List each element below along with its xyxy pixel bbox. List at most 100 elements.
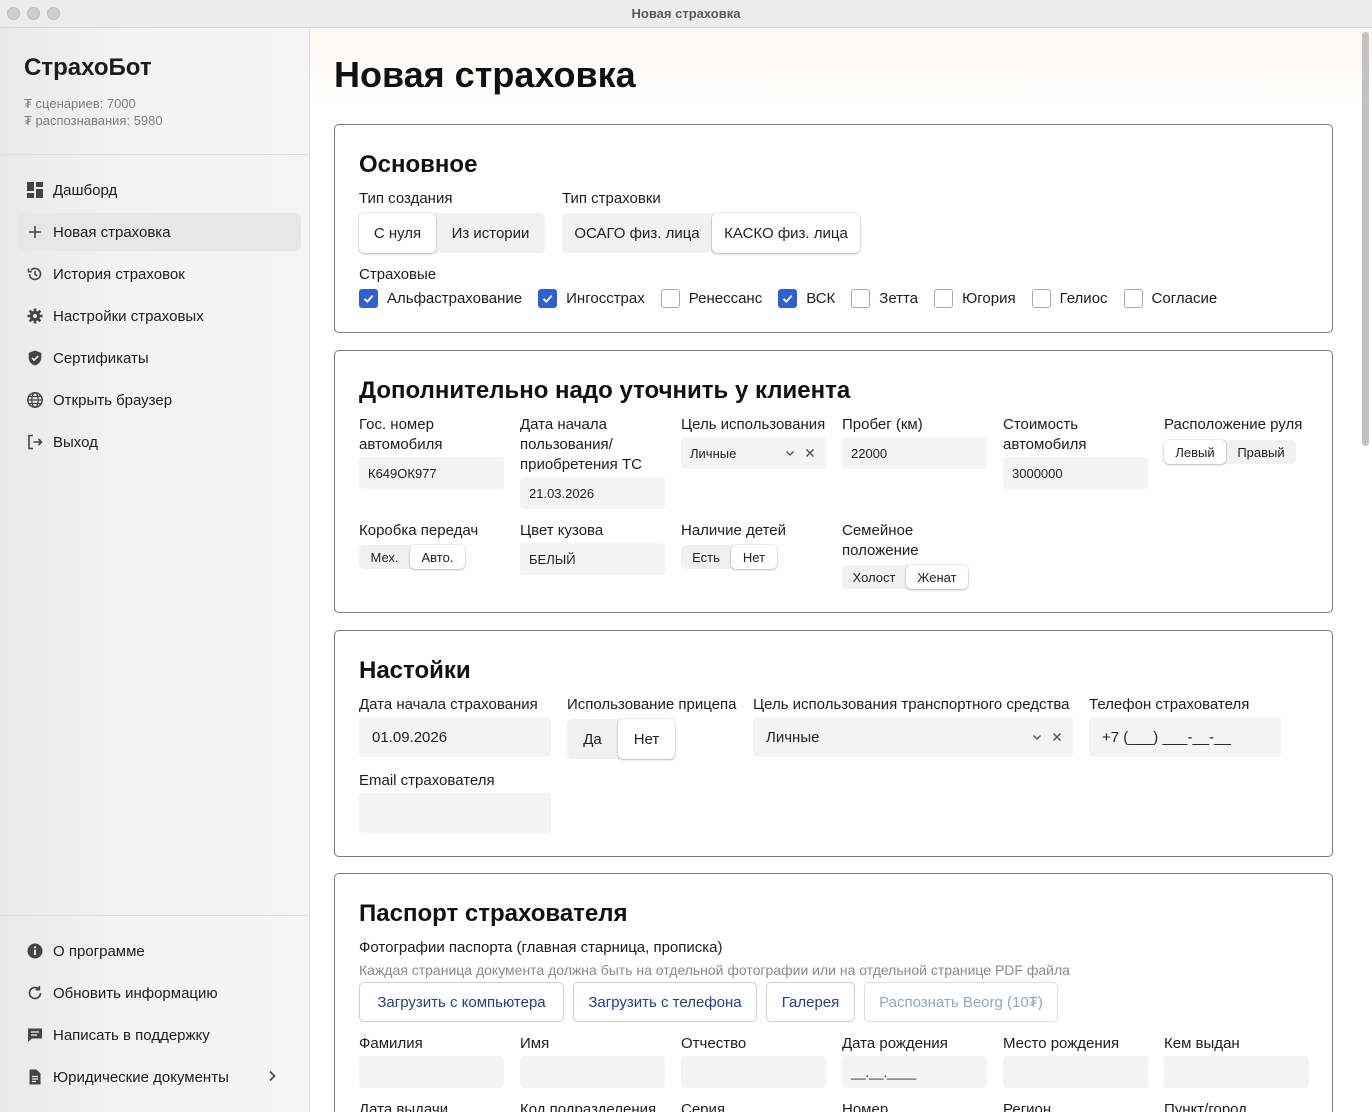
patronymic-label: Отчество (681, 1035, 747, 1052)
sidebar-item-support[interactable]: Написать в поддержку (18, 1016, 301, 1054)
passport-section: Паспорт страхователя Фотографии паспорта… (334, 873, 1333, 1112)
patronymic-input[interactable] (681, 1056, 826, 1088)
sidebar-item-certificates[interactable]: Сертификаты (18, 339, 301, 377)
section-title: Паспорт страхователя (359, 900, 628, 927)
last-name-label: Фамилия (359, 1035, 423, 1052)
insurer-vsk[interactable]: ВСК (778, 289, 835, 308)
chevron-down-icon[interactable] (784, 447, 796, 459)
family-married[interactable]: Женат (906, 565, 968, 589)
issued-by-input[interactable] (1164, 1056, 1309, 1088)
sidebar-item-history[interactable]: История страховок (18, 255, 301, 293)
creation-type-from-scratch[interactable]: С нуля (359, 213, 436, 253)
insurance-type-segmented: ОСАГО физ. лица КАСКО физ. лица (562, 213, 860, 253)
checkbox-unchecked[interactable] (1031, 289, 1051, 308)
select-controls (784, 447, 816, 459)
insurer-soglasie[interactable]: Согласие (1123, 289, 1217, 308)
car-cost-label: Стоимость автомобиля (1003, 416, 1087, 453)
checkbox-unchecked[interactable] (851, 289, 871, 308)
trailer-segmented: Да Нет (567, 719, 675, 759)
section-title: Основное (359, 151, 478, 178)
sidebar-item-legal-documents[interactable]: Юридические документы (18, 1058, 301, 1096)
series-label: Серия (681, 1101, 726, 1112)
trailer-yes[interactable]: Да (567, 719, 618, 759)
checkbox-unchecked[interactable] (1123, 289, 1143, 308)
passport-photos-label: Фотографии паспорта (главная старница, п… (359, 939, 723, 956)
zoom-window-button[interactable] (47, 7, 60, 20)
phone-input[interactable]: +7 (___) ___-__-__ (1089, 717, 1281, 757)
sidebar-item-open-browser[interactable]: Открыть браузер (18, 381, 301, 419)
insurer-gelios[interactable]: Гелиос (1031, 289, 1108, 308)
insurer-name: Гелиос (1059, 290, 1108, 307)
sidebar-item-logout[interactable]: Выход (18, 423, 301, 461)
gearbox-manual[interactable]: Мех. (359, 545, 410, 569)
insurers-label: Страховые (359, 266, 437, 283)
insurer-name: Альфастрахование (387, 290, 523, 307)
chevron-down-icon[interactable] (1031, 731, 1043, 743)
insurer-ingos[interactable]: Ингосстрах (538, 289, 645, 308)
wheel-right[interactable]: Правый (1226, 440, 1296, 464)
insurance-start-label: Дата начала страхования (359, 696, 538, 713)
children-no[interactable]: Нет (731, 545, 777, 569)
family-status-label: Семейное положение (842, 522, 919, 559)
insurer-name: Югория (962, 290, 1016, 307)
scrollbar-thumb[interactable] (1362, 32, 1369, 446)
email-label: Email страхователя (359, 772, 495, 789)
trailer-no[interactable]: Нет (618, 719, 675, 759)
plate-input[interactable]: К649ОК977 (359, 457, 504, 489)
sidebar: СтрахоБот ₮ сценариев: 7000 ₮ распознава… (0, 28, 310, 1112)
insurer-alfa[interactable]: Альфастрахование (359, 289, 522, 308)
chat-icon (26, 1026, 44, 1044)
gearbox-auto[interactable]: Авто. (410, 545, 465, 569)
body-color-label: Цвет кузова (520, 522, 604, 539)
sidebar-item-about[interactable]: О программе (18, 932, 301, 970)
sidebar-item-refresh[interactable]: Обновить информацию (18, 974, 301, 1012)
checkbox-checked[interactable] (778, 289, 798, 308)
children-yes[interactable]: Есть (681, 545, 731, 569)
checkbox-checked[interactable] (359, 289, 378, 308)
insurance-type-osago[interactable]: ОСАГО физ. лица (562, 213, 712, 253)
sidebar-item-new-insurance[interactable]: Новая страховка (18, 213, 301, 251)
birth-place-label: Место рождения (1003, 1035, 1120, 1052)
usage-start-date-input[interactable]: 21.03.2026 (520, 477, 665, 509)
insurer-yugoria[interactable]: Югория (934, 289, 1016, 308)
mileage-label: Пробег (км) (842, 416, 923, 433)
recognize-beorg-button[interactable]: Распознать Beorg (10₮) (864, 982, 1058, 1022)
clear-icon[interactable] (1051, 731, 1063, 743)
sidebar-item-dashboard[interactable]: Дашборд (18, 171, 301, 209)
checkbox-unchecked[interactable] (934, 289, 954, 308)
insurance-type-kasko[interactable]: КАСКО физ. лица (712, 213, 860, 253)
first-name-input[interactable] (520, 1056, 665, 1088)
family-single[interactable]: Холост (842, 565, 906, 589)
insurer-renaissance[interactable]: Ренессанс (660, 289, 762, 308)
vehicle-purpose-select[interactable]: Личные (753, 717, 1073, 757)
email-input[interactable] (359, 793, 551, 833)
close-window-button[interactable] (7, 7, 20, 20)
number-label: Номер (842, 1101, 889, 1112)
minimize-window-button[interactable] (27, 7, 40, 20)
recognition-balance: ₮ распознавания: 5980 (24, 113, 163, 128)
insurer-name: Зетта (879, 290, 919, 307)
history-icon (26, 265, 44, 283)
clear-icon[interactable] (804, 447, 816, 459)
creation-type-from-history[interactable]: Из истории (436, 213, 545, 253)
purpose-label: Цель использования (681, 416, 826, 433)
purpose-select[interactable]: Личные (681, 437, 826, 469)
body-color-input[interactable]: БЕЛЫЙ (520, 543, 665, 575)
last-name-input[interactable] (359, 1056, 504, 1088)
mileage-input[interactable]: 22000 (842, 437, 987, 469)
sidebar-item-insurer-settings[interactable]: Настройки страховых (18, 297, 301, 335)
insurer-zetta[interactable]: Зетта (851, 289, 918, 308)
checkbox-unchecked[interactable] (660, 289, 680, 308)
insurance-start-input[interactable]: 01.09.2026 (359, 717, 551, 757)
gallery-button[interactable]: Галерея (766, 982, 855, 1022)
wheel-left[interactable]: Левый (1164, 440, 1226, 464)
wheel-position-segmented: Левый Правый (1164, 440, 1296, 464)
trailer-label: Использование прицепа (567, 696, 737, 713)
upload-from-phone-button[interactable]: Загрузить с телефона (573, 982, 757, 1022)
birth-place-input[interactable] (1003, 1056, 1148, 1088)
car-cost-input[interactable]: 3000000 (1003, 457, 1148, 489)
vertical-scrollbar[interactable] (1358, 28, 1372, 1112)
birth-date-input[interactable]: __.__.____ (842, 1056, 987, 1088)
upload-from-computer-button[interactable]: Загрузить с компьютера (359, 982, 564, 1022)
checkbox-checked[interactable] (538, 289, 558, 308)
